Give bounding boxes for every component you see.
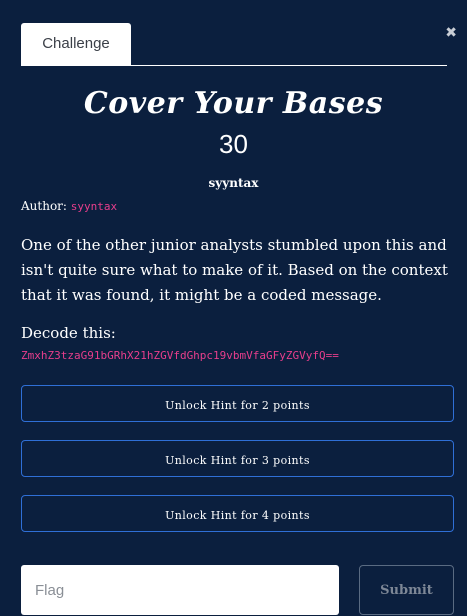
author-link[interactable]: syyntax bbox=[71, 200, 117, 213]
tab-bar: Challenge bbox=[21, 23, 447, 66]
tab-challenge[interactable]: Challenge bbox=[21, 23, 131, 65]
flag-input[interactable] bbox=[21, 565, 339, 615]
author-line: Author: syyntax bbox=[21, 198, 117, 215]
challenge-description: One of the other junior analysts stumble… bbox=[21, 236, 448, 304]
close-icon[interactable]: ✖ bbox=[445, 26, 457, 40]
challenge-title: Cover Your Bases bbox=[83, 86, 384, 121]
decode-label: Decode this: bbox=[21, 324, 116, 342]
author-label: Author: bbox=[21, 199, 67, 213]
challenge-points: 30 bbox=[219, 129, 248, 159]
encoded-message: ZmxhZ3tzaG91bGRhX21hZGVfdGhpc19vbmVfaGFy… bbox=[21, 349, 339, 362]
submit-button[interactable]: Submit bbox=[359, 565, 454, 615]
unlock-hint-button-1[interactable]: Unlock Hint for 2 points bbox=[21, 385, 454, 422]
unlock-hint-button-3[interactable]: Unlock Hint for 4 points bbox=[21, 495, 454, 532]
unlock-hint-button-2[interactable]: Unlock Hint for 3 points bbox=[21, 440, 454, 477]
challenge-author: syyntax bbox=[208, 176, 259, 190]
